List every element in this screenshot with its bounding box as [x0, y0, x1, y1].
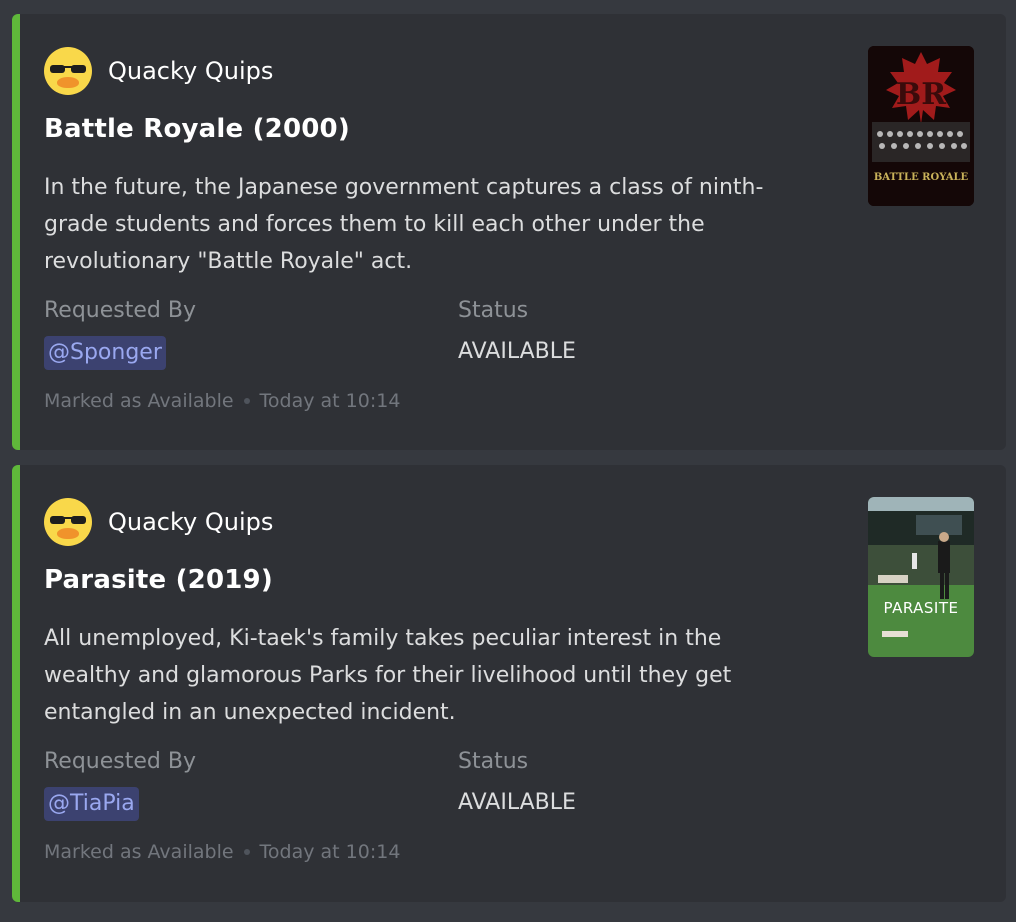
embed-footer: Marked as Available Today at 10:14 [44, 390, 400, 412]
requested-by-label: Requested By [44, 298, 196, 323]
duck-sunglasses-icon[interactable] [44, 47, 92, 95]
embed-author: Quacky Quips [44, 46, 273, 96]
embed-footer: Marked as Available Today at 10:14 [44, 841, 400, 863]
poster-title-br: BR [896, 77, 947, 112]
sunglasses-icon [50, 65, 86, 73]
footer-timestamp: Today at 10:14 [259, 390, 401, 412]
poster-subtitle: BATTLE ROYALE [874, 172, 969, 183]
embed-card-parasite: Quacky Quips Parasite (2019) All unemplo… [12, 465, 1006, 902]
duck-beak [57, 528, 79, 539]
user-mention[interactable]: @TiaPia [44, 787, 139, 821]
duck-sunglasses-icon[interactable] [44, 498, 92, 546]
duck-beak [57, 77, 79, 88]
sunglasses-icon [50, 516, 86, 524]
author-name[interactable]: Quacky Quips [108, 57, 273, 85]
status-label: Status [458, 298, 529, 323]
embed-title: Battle Royale (2000) [44, 114, 350, 144]
requested-by-label: Requested By [44, 749, 196, 774]
status-value: AVAILABLE [458, 790, 576, 815]
status-label: Status [458, 749, 529, 774]
movie-poster-thumbnail[interactable]: PARASITE [868, 497, 974, 657]
embed-description: All unemployed, Ki-taek's family takes p… [44, 626, 732, 725]
status-value: AVAILABLE [458, 339, 576, 364]
footer-separator [243, 849, 250, 855]
embed-title: Parasite (2019) [44, 565, 273, 595]
previous-message-area [0, 0, 1016, 14]
embed-author: Quacky Quips [44, 497, 273, 547]
parasite-poster: PARASITE [868, 497, 974, 657]
user-mention[interactable]: @Sponger [44, 336, 166, 370]
footer-text: Marked as Available [44, 841, 234, 863]
poster-title-parasite: PARASITE [883, 599, 958, 617]
embed-card-battle-royale: Quacky Quips Battle Royale (2000) In the… [12, 14, 1006, 450]
embed-description: In the future, the Japanese government c… [44, 175, 764, 274]
footer-timestamp: Today at 10:14 [259, 841, 401, 863]
author-name[interactable]: Quacky Quips [108, 508, 273, 536]
footer-separator [243, 398, 250, 404]
battle-royale-poster: BR BATTLE ROYALE [868, 46, 974, 206]
movie-poster-thumbnail[interactable]: BR BATTLE ROYALE [868, 46, 974, 206]
footer-text: Marked as Available [44, 390, 234, 412]
